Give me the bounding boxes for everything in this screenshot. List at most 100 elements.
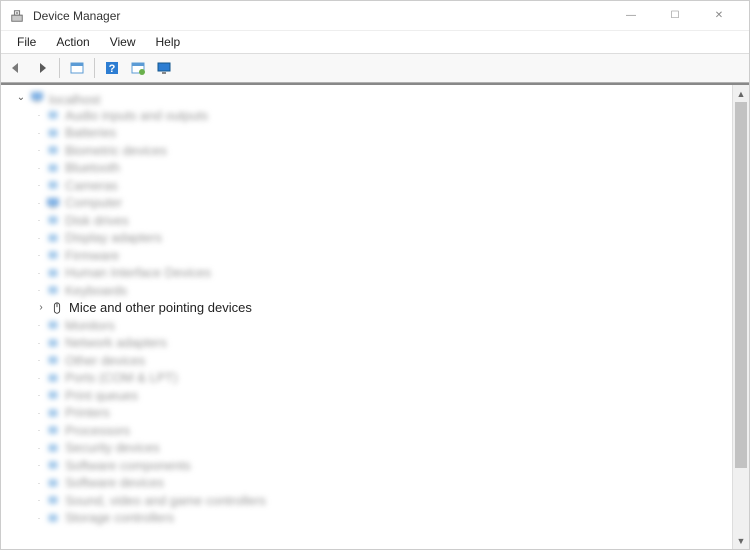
tree-item[interactable]: · Processors	[5, 422, 732, 440]
scroll-thumb[interactable]	[735, 102, 747, 468]
tree-item-label: Software devices	[65, 475, 164, 490]
tree-item-label: Disk drives	[65, 213, 129, 228]
tree-item[interactable]: · Disk drives	[5, 212, 732, 230]
sound-icon	[45, 492, 61, 508]
tree-item[interactable]: · Printers	[5, 404, 732, 422]
tree-item-label: Monitors	[65, 318, 115, 333]
tree-item-label: Biometric devices	[65, 143, 167, 158]
window-controls: — ☐ ✕	[609, 1, 741, 31]
tree-item[interactable]: ·Ports (COM & LPT)	[5, 369, 732, 387]
forward-button[interactable]	[31, 57, 53, 79]
tree-item-label: Processors	[65, 423, 130, 438]
tree-item-label: Sound, video and game controllers	[65, 493, 266, 508]
chevron-down-icon[interactable]: ⌄	[13, 92, 29, 103]
maximize-button[interactable]: ☐	[653, 1, 697, 31]
toolbar: ?	[1, 53, 749, 83]
toolbar-separator	[59, 58, 60, 78]
tree-item[interactable]: ·Bluetooth	[5, 159, 732, 177]
tree-item[interactable]: ·Network adapters	[5, 334, 732, 352]
tree-guide: ·	[33, 233, 45, 243]
tree-item[interactable]: ›Mice and other pointing devices	[5, 299, 732, 317]
tree-item-label: Network adapters	[65, 335, 167, 350]
tree-guide: ·	[33, 425, 45, 435]
tree-item[interactable]: ·Print queues	[5, 387, 732, 405]
tree-item[interactable]: ·Firmware	[5, 247, 732, 265]
tree-guide: ·	[33, 110, 45, 120]
device-tree[interactable]: ⌄localhost·Audio inputs and outputs·Batt…	[1, 85, 732, 549]
close-button[interactable]: ✕	[697, 1, 741, 31]
scroll-up-button[interactable]: ▲	[733, 85, 749, 102]
menu-action[interactable]: Action	[46, 33, 99, 51]
computer-icon	[45, 195, 61, 211]
toolbar-separator	[94, 58, 95, 78]
svg-text:?: ?	[109, 63, 116, 75]
monitor-icon	[45, 317, 61, 333]
tree-guide: ·	[33, 443, 45, 453]
tree-item[interactable]: ·Monitors	[5, 317, 732, 335]
tree-item[interactable]: · Human Interface Devices	[5, 264, 732, 282]
app-icon	[9, 8, 25, 24]
minimize-button[interactable]: —	[609, 1, 653, 31]
vertical-scrollbar[interactable]: ▲ ▼	[732, 85, 749, 549]
printer-icon	[45, 405, 61, 421]
refresh-button[interactable]	[127, 57, 149, 79]
menu-help[interactable]: Help	[146, 33, 191, 51]
chevron-right-icon[interactable]: ›	[33, 302, 49, 313]
firmware-icon	[45, 247, 61, 263]
tree-item-label: Computer	[65, 195, 122, 210]
tree-guide: ·	[33, 215, 45, 225]
tree-item[interactable]: · Security devices	[5, 439, 732, 457]
scroll-track[interactable]	[733, 102, 749, 532]
tree-guide: ·	[33, 408, 45, 418]
tree-item-label: Keyboards	[65, 283, 127, 298]
tree-item-label: Security devices	[65, 440, 160, 455]
tree-item-label: Printers	[65, 405, 110, 420]
menu-view[interactable]: View	[100, 33, 146, 51]
tree-item-label: Bluetooth	[65, 160, 120, 175]
content-area: ⌄localhost·Audio inputs and outputs·Batt…	[1, 83, 749, 549]
tree-guide: ·	[33, 285, 45, 295]
tree-item-label: Other devices	[65, 353, 145, 368]
computer-icon	[29, 89, 45, 105]
tree-item[interactable]: ·Batteries	[5, 124, 732, 142]
tree-item[interactable]: ·Biometric devices	[5, 142, 732, 160]
tree-item[interactable]: · Keyboards	[5, 282, 732, 300]
disk-icon	[45, 212, 61, 228]
tree-item[interactable]: ·Computer	[5, 194, 732, 212]
menu-file[interactable]: File	[7, 33, 46, 51]
tree-item[interactable]: ·Software components	[5, 457, 732, 475]
audio-icon	[45, 107, 61, 123]
menubar: File Action View Help	[1, 31, 749, 53]
battery-icon	[45, 125, 61, 141]
tree-item-label: Firmware	[65, 248, 119, 263]
tree-root[interactable]: ⌄localhost	[5, 89, 732, 107]
tree-item-label: Human Interface Devices	[65, 265, 211, 280]
tree-item-label: Ports (COM & LPT)	[65, 370, 178, 385]
tree-item[interactable]: ·Cameras	[5, 177, 732, 195]
window-title: Device Manager	[33, 9, 609, 23]
tree-item[interactable]: · Display adapters	[5, 229, 732, 247]
show-hidden-button[interactable]	[66, 57, 88, 79]
scroll-down-button[interactable]: ▼	[733, 532, 749, 549]
tree-item-label: Print queues	[65, 388, 138, 403]
tree-item[interactable]: · Software devices	[5, 474, 732, 492]
monitor-button[interactable]	[153, 57, 175, 79]
hid-icon	[45, 265, 61, 281]
tree-item-label: Batteries	[65, 125, 116, 140]
tree-guide: ·	[33, 268, 45, 278]
tree-item[interactable]: ·Other devices	[5, 352, 732, 370]
tree-item[interactable]: ·Sound, video and game controllers	[5, 492, 732, 510]
bluetooth-icon	[45, 160, 61, 176]
help-button[interactable]: ?	[101, 57, 123, 79]
tree-item-label: Storage controllers	[65, 510, 174, 525]
tree-item[interactable]: · Audio inputs and outputs	[5, 107, 732, 125]
security-icon	[45, 440, 61, 456]
tree-guide: ·	[33, 180, 45, 190]
storage-icon	[45, 510, 61, 526]
tree-item[interactable]: ·Storage controllers	[5, 509, 732, 527]
tree-guide: ·	[33, 478, 45, 488]
back-button[interactable]	[5, 57, 27, 79]
tree-item-label: Audio inputs and outputs	[65, 108, 208, 123]
mouse-icon	[49, 300, 65, 316]
tree-item-label: Display adapters	[65, 230, 162, 245]
